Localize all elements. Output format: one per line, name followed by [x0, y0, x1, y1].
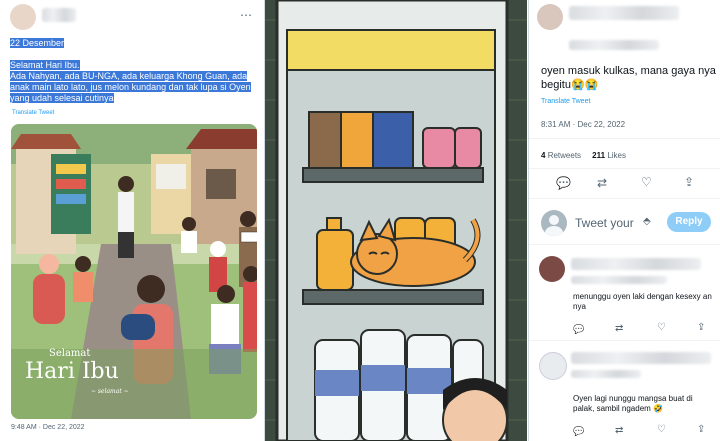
- retweet-icon[interactable]: ⇄: [615, 322, 623, 336]
- share-icon[interactable]: ⇪: [697, 321, 705, 335]
- image-signature: ~ selamat ~: [91, 388, 129, 395]
- right-tweet-panel: oyen masuk kulkas, mana gaya nya begitu😭…: [528, 0, 720, 441]
- author-handle-blurred[interactable]: [569, 40, 659, 50]
- tweet-timestamp[interactable]: 9:48 AM · Dec 22, 2022: [11, 424, 85, 431]
- like-icon[interactable]: ♡: [657, 423, 666, 437]
- retweet-icon[interactable]: ⇄: [597, 176, 607, 190]
- gif-icon[interactable]: ⬘: [643, 216, 651, 227]
- engagement-stats: 4 Retweets 211 Likes: [541, 151, 626, 160]
- reply-handle-blurred: [571, 370, 641, 378]
- reply-icon[interactable]: 💬: [556, 176, 571, 190]
- retweets-label[interactable]: Retweets: [548, 151, 581, 160]
- reply-handle-blurred: [571, 276, 667, 284]
- author-avatar[interactable]: [537, 4, 563, 30]
- translate-tweet-link[interactable]: Translate Tweet: [12, 110, 54, 116]
- author-name-blurred[interactable]: [42, 8, 76, 22]
- like-icon[interactable]: ♡: [641, 175, 652, 189]
- user-avatar: [541, 210, 567, 236]
- author-name-blurred[interactable]: [569, 6, 679, 20]
- likes-count[interactable]: 211: [592, 151, 605, 160]
- tweet-text: oyen masuk kulkas, mana gaya nya begitu😭…: [541, 65, 716, 91]
- tweet-date-line: 22 Desember: [10, 38, 65, 48]
- share-icon[interactable]: ⇪: [684, 175, 694, 189]
- left-tweet-panel: ⋯ 22 Desember Selamat Hari Ibu. Ada Nahy…: [0, 0, 265, 441]
- tweet-greeting: Selamat Hari Ibu.: [10, 60, 80, 70]
- reply-author-blurred[interactable]: [571, 352, 711, 364]
- reply-avatar[interactable]: [539, 352, 567, 380]
- reply-input[interactable]: Tweet your: [575, 216, 634, 230]
- reply-text: Oyen lagi nunggu mangsa buat di palak, s…: [573, 394, 693, 413]
- author-avatar[interactable]: [10, 4, 36, 30]
- reply-text: menunggu oyen laki dengan kesexy an nya: [573, 292, 712, 311]
- tweet-text: 22 Desember Selamat Hari Ibu. Ada Nahyan…: [10, 38, 256, 104]
- fridge-cat-illustration: [265, 0, 527, 441]
- image-title-small: Selamat: [49, 348, 91, 359]
- like-icon[interactable]: ♡: [657, 321, 666, 335]
- retweets-count[interactable]: 4: [541, 151, 545, 160]
- more-options-icon[interactable]: ⋯: [240, 8, 252, 22]
- likes-label[interactable]: Likes: [607, 151, 626, 160]
- reply-icon[interactable]: 💬: [573, 322, 584, 336]
- retweet-icon[interactable]: ⇄: [615, 424, 623, 438]
- share-icon[interactable]: ⇪: [697, 423, 705, 437]
- fridge-image[interactable]: [265, 0, 527, 441]
- reply-button[interactable]: Reply: [667, 212, 711, 232]
- tweet-body: Ada Nahyan, ada BU-NGA, ada keluarga Kho…: [10, 71, 251, 103]
- tweet-image[interactable]: Selamat Hari Ibu ~ selamat ~: [11, 124, 257, 419]
- tweet-timestamp[interactable]: 8:31 AM · Dec 22, 2022: [541, 120, 625, 129]
- reply-author-blurred[interactable]: [571, 258, 701, 270]
- reply-icon[interactable]: 💬: [573, 424, 584, 438]
- reply-avatar[interactable]: [539, 256, 565, 282]
- image-title-big: Hari Ibu: [25, 359, 119, 384]
- translate-tweet-link[interactable]: Translate Tweet: [541, 98, 590, 105]
